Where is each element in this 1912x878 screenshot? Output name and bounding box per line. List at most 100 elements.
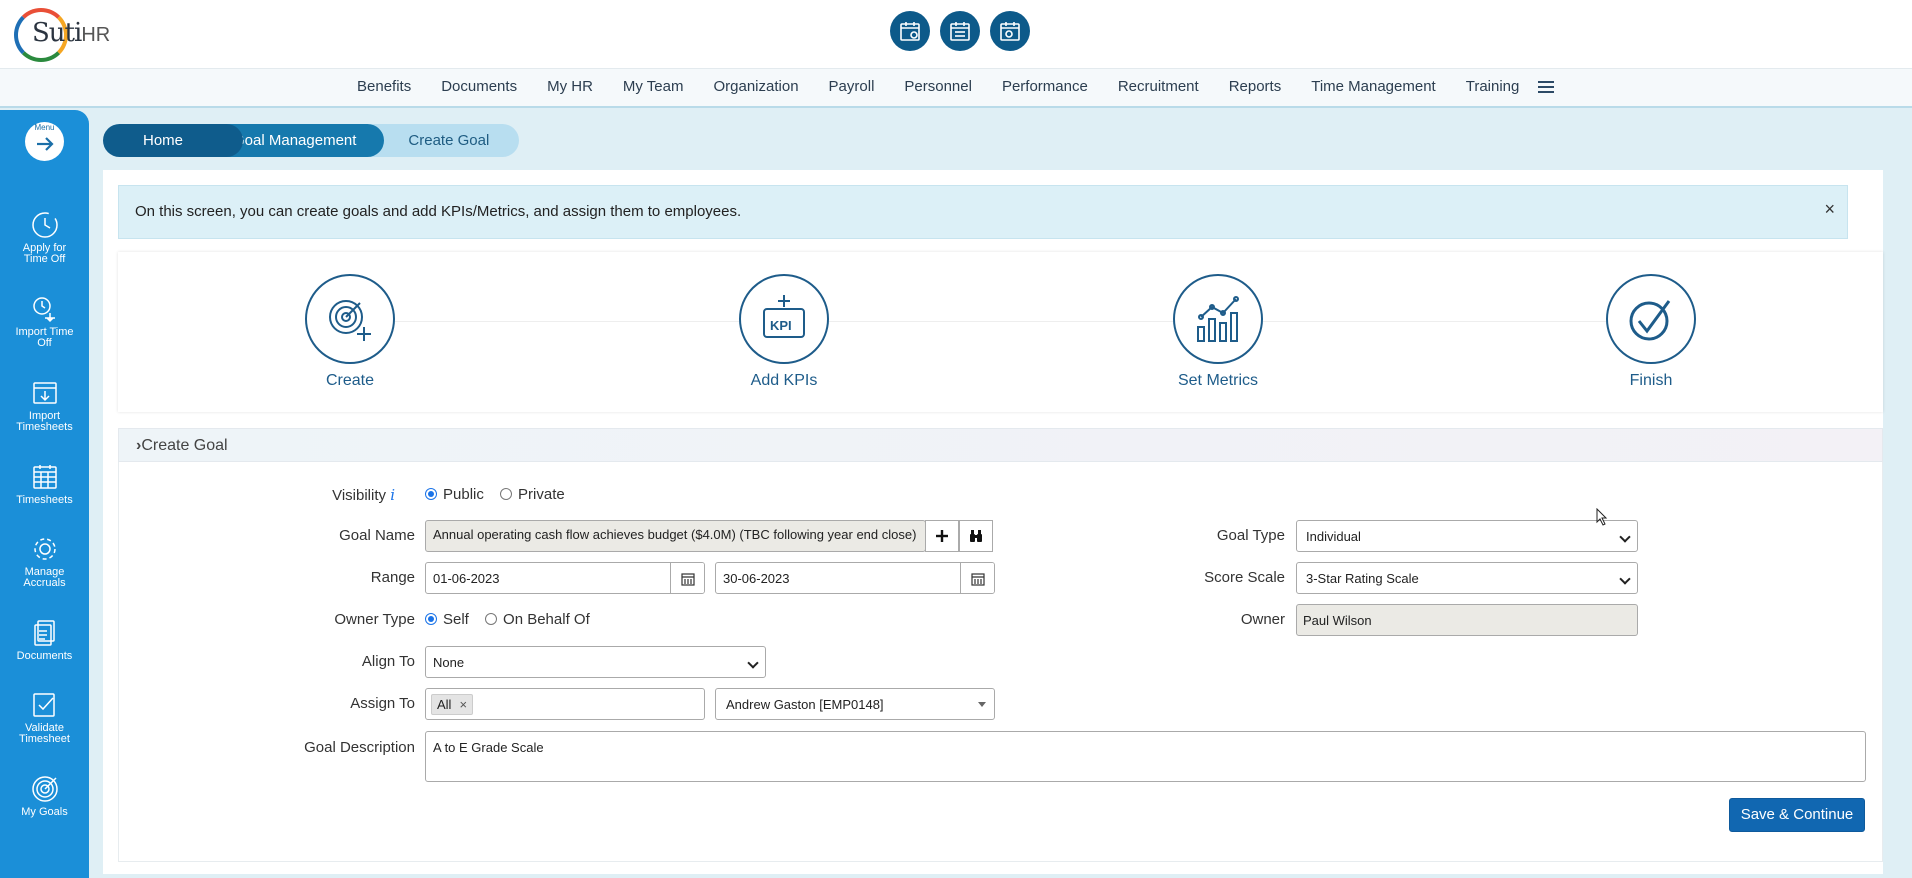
sidebar-label: Timesheets bbox=[16, 494, 73, 506]
caret-down-icon bbox=[978, 702, 986, 707]
goal-type-select[interactable]: Individual bbox=[1296, 520, 1638, 552]
radio-label: Private bbox=[518, 486, 565, 503]
svg-text:KPI: KPI bbox=[770, 318, 792, 333]
target-plus-icon bbox=[329, 300, 371, 341]
step-finish[interactable]: Finish bbox=[1591, 274, 1711, 390]
check-circle-icon bbox=[1629, 300, 1671, 341]
visibility-public-radio[interactable] bbox=[425, 488, 437, 500]
target-icon bbox=[31, 776, 58, 802]
calendar-icon bbox=[32, 465, 57, 489]
assign-to-employee-value: Andrew Gaston [EMP0148] bbox=[726, 697, 884, 712]
validate-icon bbox=[32, 693, 55, 717]
save-and-continue-button[interactable]: Save & Continue bbox=[1729, 798, 1865, 832]
radio-label: On Behalf Of bbox=[503, 611, 590, 628]
mouse-cursor-icon bbox=[1596, 508, 1608, 526]
range-start-date-input[interactable]: 01-06-2023 bbox=[425, 562, 705, 594]
nav-my-team[interactable]: My Team bbox=[623, 78, 684, 95]
align-to-label: Align To bbox=[361, 653, 415, 670]
assign-to-chip: All × bbox=[431, 694, 474, 715]
steps-connector bbox=[348, 321, 1653, 322]
logo-text: SutiHR bbox=[32, 18, 111, 48]
range-end-value: 30-06-2023 bbox=[723, 571, 790, 586]
arrow-right-icon bbox=[36, 136, 54, 151]
top-header: SutiHR bbox=[0, 0, 1912, 68]
close-icon[interactable]: × bbox=[1824, 199, 1835, 220]
sidebar-label: Timesheet bbox=[19, 733, 70, 745]
sidebar-item-manage-accruals[interactable]: Manage Accruals bbox=[0, 534, 89, 589]
breadcrumb-home[interactable]: Home bbox=[103, 124, 244, 157]
nav-payroll[interactable]: Payroll bbox=[829, 78, 875, 95]
sidebar-item-apply-time-off[interactable]: Apply for Time Off bbox=[0, 210, 89, 265]
nav-personnel[interactable]: Personnel bbox=[904, 78, 972, 95]
goal-name-input[interactable]: Annual operating cash flow achieves budg… bbox=[425, 520, 926, 552]
visibility-private-radio[interactable] bbox=[500, 488, 513, 500]
search-goal-button[interactable] bbox=[959, 520, 993, 552]
binoculars-icon bbox=[970, 530, 982, 542]
sidebar-label: Documents bbox=[16, 650, 73, 662]
sidebar-label: Accruals bbox=[23, 577, 66, 589]
step-create[interactable]: Create bbox=[290, 274, 410, 390]
sidebar-label: Timesheets bbox=[16, 421, 73, 433]
sidebar-item-documents[interactable]: Documents bbox=[0, 618, 89, 662]
assign-to-multiselect[interactable]: All × bbox=[425, 688, 705, 720]
sidebar-item-my-goals[interactable]: My Goals bbox=[0, 774, 89, 818]
radio-label: Public bbox=[443, 486, 484, 503]
main-navigation: Benefits Documents My HR My Team Organiz… bbox=[0, 68, 1912, 108]
assign-to-employee-select[interactable]: Andrew Gaston [EMP0148] bbox=[715, 688, 995, 720]
step-add-kpis[interactable]: KPI Add KPIs bbox=[724, 274, 844, 390]
step-label: Add KPIs bbox=[750, 372, 818, 389]
sidebar-item-timesheets[interactable]: Timesheets bbox=[0, 462, 89, 506]
owner-type-behalf-radio[interactable] bbox=[485, 613, 498, 625]
step-label: Set Metrics bbox=[1177, 372, 1258, 389]
calendar-icon[interactable] bbox=[940, 11, 980, 51]
step-set-metrics[interactable]: Set Metrics bbox=[1158, 274, 1278, 390]
app-logo[interactable]: SutiHR bbox=[14, 6, 114, 62]
align-to-select[interactable]: None bbox=[425, 646, 766, 678]
chip-remove-icon[interactable]: × bbox=[459, 697, 467, 712]
goal-description-label: Goal Description bbox=[304, 739, 415, 756]
owner-input[interactable]: Paul Wilson bbox=[1296, 604, 1638, 636]
import-time-off-icon bbox=[32, 297, 55, 323]
add-goal-button[interactable] bbox=[925, 520, 959, 552]
nav-organization[interactable]: Organization bbox=[713, 78, 798, 95]
import-timesheets-icon bbox=[32, 382, 57, 404]
assign-to-label: Assign To bbox=[350, 695, 415, 712]
nav-performance[interactable]: Performance bbox=[1002, 78, 1088, 95]
sidebar-label: Off bbox=[37, 337, 52, 349]
visibility-label: Visibility i bbox=[332, 486, 395, 504]
time-off-calendar-icon[interactable] bbox=[990, 11, 1030, 51]
sidebar-item-validate-timesheet[interactable]: Validate Timesheet bbox=[0, 690, 89, 745]
info-icon[interactable]: i bbox=[390, 486, 395, 504]
nav-training[interactable]: Training bbox=[1466, 78, 1520, 95]
gear-icon bbox=[33, 538, 56, 560]
sidebar-item-import-time-off[interactable]: Import Time Off bbox=[0, 294, 89, 349]
create-goal-section-header[interactable]: ›Create Goal bbox=[118, 428, 1883, 462]
goal-description-textarea[interactable]: A to E Grade Scale bbox=[425, 731, 1866, 782]
info-banner: On this screen, you can create goals and… bbox=[118, 185, 1848, 239]
nav-reports[interactable]: Reports bbox=[1229, 78, 1282, 95]
goal-name-label: Goal Name bbox=[339, 527, 415, 544]
sidebar-item-import-timesheets[interactable]: Import Timesheets bbox=[0, 378, 89, 433]
quick-links-sidebar: Menu Apply for Time Off Import Time Off … bbox=[0, 110, 89, 878]
clock-icon bbox=[31, 212, 58, 238]
timesheet-calendar-icon[interactable] bbox=[890, 11, 930, 51]
menu-label: Menu bbox=[34, 123, 55, 132]
owner-type-radio-group: Self On Behalf Of bbox=[425, 611, 602, 628]
bar-chart-icon bbox=[1197, 296, 1239, 342]
hamburger-menu-icon[interactable] bbox=[1538, 81, 1554, 96]
goal-type-label: Goal Type bbox=[1216, 527, 1285, 544]
menu-toggle-button[interactable]: Menu bbox=[25, 122, 64, 161]
calendar-icon[interactable] bbox=[670, 563, 704, 593]
score-scale-select[interactable]: 3-Star Rating Scale bbox=[1296, 562, 1638, 594]
nav-documents[interactable]: Documents bbox=[441, 78, 517, 95]
calendar-icon[interactable] bbox=[960, 563, 994, 593]
nav-benefits[interactable]: Benefits bbox=[357, 78, 411, 95]
nav-recruitment[interactable]: Recruitment bbox=[1118, 78, 1199, 95]
range-label: Range bbox=[370, 569, 415, 586]
owner-type-self-radio[interactable] bbox=[425, 613, 437, 625]
nav-time-management[interactable]: Time Management bbox=[1311, 78, 1436, 95]
nav-my-hr[interactable]: My HR bbox=[547, 78, 593, 95]
sidebar-label: Time Off bbox=[23, 253, 66, 265]
section-title: Create Goal bbox=[141, 437, 228, 454]
range-end-date-input[interactable]: 30-06-2023 bbox=[715, 562, 995, 594]
